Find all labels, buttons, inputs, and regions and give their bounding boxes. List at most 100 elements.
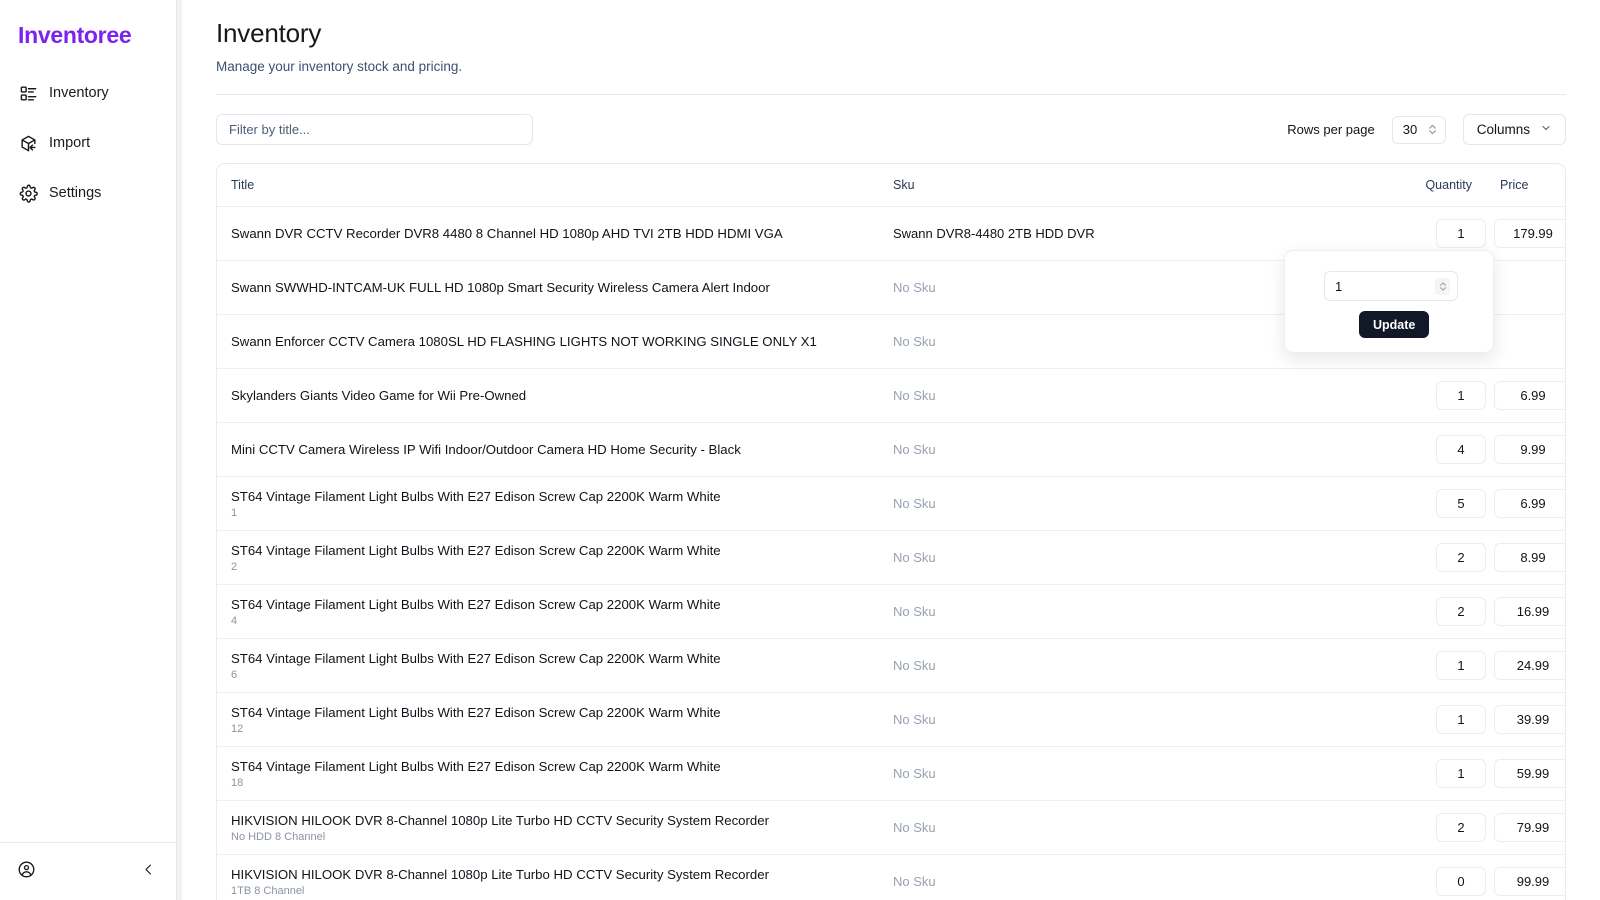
chevron-down-icon bbox=[1540, 122, 1552, 137]
table-row[interactable]: Skylanders Giants Video Game for Wii Pre… bbox=[217, 369, 1565, 423]
quantity-value-box[interactable]: 1 bbox=[1436, 759, 1486, 788]
cell-price: 24.99 bbox=[1494, 639, 1565, 693]
table-row[interactable]: ST64 Vintage Filament Light Bulbs With E… bbox=[217, 639, 1565, 693]
table-row[interactable]: ST64 Vintage Filament Light Bulbs With E… bbox=[217, 531, 1565, 585]
popover-quantity-value: 1 bbox=[1335, 278, 1343, 294]
price-value-box[interactable]: 9.99 bbox=[1494, 435, 1565, 464]
price-wrap: 79.99 bbox=[1494, 813, 1565, 842]
price-value-box[interactable]: 99.99 bbox=[1494, 867, 1565, 896]
quantity-value-box[interactable]: 1 bbox=[1436, 219, 1486, 248]
quantity-wrap: 1 bbox=[1388, 759, 1494, 788]
cell-title: ST64 Vintage Filament Light Bulbs With E… bbox=[217, 531, 893, 585]
quantity-value-box[interactable]: 2 bbox=[1436, 543, 1486, 572]
table-row[interactable]: Mini CCTV Camera Wireless IP Wifi Indoor… bbox=[217, 423, 1565, 477]
row-title: Swann SWWHD-INTCAM-UK FULL HD 1080p Smar… bbox=[231, 279, 770, 295]
table-row[interactable]: ST64 Vintage Filament Light Bulbs With E… bbox=[217, 477, 1565, 531]
quantity-value-box[interactable]: 5 bbox=[1436, 489, 1486, 518]
sidebar-footer bbox=[0, 842, 176, 900]
update-button[interactable]: Update bbox=[1359, 311, 1430, 338]
filter-title-input[interactable] bbox=[216, 114, 533, 145]
popover-quantity-input[interactable]: 1 bbox=[1324, 271, 1458, 301]
cell-price: 8.99 bbox=[1494, 531, 1565, 585]
cell-price: 6.99 bbox=[1494, 369, 1565, 423]
quantity-value-box[interactable]: 4 bbox=[1436, 435, 1486, 464]
price-value-box[interactable]: 179.99 bbox=[1494, 219, 1565, 248]
price-value-box[interactable]: 59.99 bbox=[1494, 759, 1565, 788]
cell-price: 6.99 bbox=[1494, 477, 1565, 531]
column-header-quantity[interactable]: Quantity bbox=[1388, 164, 1494, 207]
sidebar-item-import[interactable]: Import bbox=[0, 127, 176, 159]
sidebar-item-settings[interactable]: Settings bbox=[0, 177, 176, 209]
quantity-wrap: 1 bbox=[1388, 651, 1494, 680]
cell-quantity: 4 bbox=[1388, 423, 1494, 477]
app-logo[interactable]: Inventoree bbox=[0, 0, 176, 49]
quantity-value-box[interactable]: 2 bbox=[1436, 597, 1486, 626]
rows-per-page-select[interactable]: 30 bbox=[1391, 115, 1446, 144]
cell-sku: No Sku bbox=[893, 874, 936, 889]
cell-quantity: 2 bbox=[1388, 531, 1494, 585]
price-wrap: 6.99 bbox=[1494, 489, 1565, 518]
row-title: ST64 Vintage Filament Light Bulbs With E… bbox=[231, 758, 721, 774]
table-row[interactable]: ST64 Vintage Filament Light Bulbs With E… bbox=[217, 693, 1565, 747]
cell-price: 79.99 bbox=[1494, 801, 1565, 855]
cell-quantity: 1 bbox=[1388, 747, 1494, 801]
column-header-price[interactable]: Price bbox=[1494, 164, 1565, 207]
price-value-box[interactable]: 24.99 bbox=[1494, 651, 1565, 680]
main-content: Inventory Manage your inventory stock an… bbox=[182, 0, 1600, 900]
row-variant: No HDD 8 Channel bbox=[231, 831, 326, 844]
cell-quantity: 5 bbox=[1388, 477, 1494, 531]
price-value-box[interactable]: 6.99 bbox=[1494, 489, 1565, 518]
table-row[interactable]: ST64 Vintage Filament Light Bulbs With E… bbox=[217, 585, 1565, 639]
cell-title: Swann SWWHD-INTCAM-UK FULL HD 1080p Smar… bbox=[217, 261, 893, 315]
stepper-updown-icon bbox=[1427, 122, 1438, 137]
row-variant: 6 bbox=[231, 669, 238, 682]
cell-quantity: 1 bbox=[1388, 693, 1494, 747]
row-variant: 1 bbox=[231, 507, 238, 520]
row-title: ST64 Vintage Filament Light Bulbs With E… bbox=[231, 596, 721, 612]
quantity-value-box[interactable]: 1 bbox=[1436, 705, 1486, 734]
quantity-value-box[interactable]: 2 bbox=[1436, 813, 1486, 842]
cell-price bbox=[1494, 315, 1565, 369]
cell-price: 9.99 bbox=[1494, 423, 1565, 477]
cell-price: 39.99 bbox=[1494, 693, 1565, 747]
row-title: Swann Enforcer CCTV Camera 1080SL HD FLA… bbox=[231, 333, 817, 349]
quantity-value-box[interactable]: 1 bbox=[1436, 381, 1486, 410]
chevron-left-icon[interactable] bbox=[141, 862, 156, 882]
price-value-box[interactable]: 8.99 bbox=[1494, 543, 1565, 572]
row-variant: 1TB 8 Channel bbox=[231, 885, 305, 898]
quantity-wrap: 1 bbox=[1388, 705, 1494, 734]
price-value-box[interactable]: 16.99 bbox=[1494, 597, 1565, 626]
row-title: HIKVISION HILOOK DVR 8-Channel 1080p Lit… bbox=[231, 866, 769, 882]
row-variant: 2 bbox=[231, 561, 238, 574]
cell-sku: No Sku bbox=[893, 658, 936, 673]
page-title: Inventory bbox=[216, 18, 322, 48]
row-title: Skylanders Giants Video Game for Wii Pre… bbox=[231, 387, 527, 403]
column-header-title[interactable]: Title bbox=[217, 164, 893, 207]
quantity-value-box[interactable]: 0 bbox=[1436, 867, 1486, 896]
quantity-wrap: 1 bbox=[1388, 381, 1494, 410]
cell-title: ST64 Vintage Filament Light Bulbs With E… bbox=[217, 639, 893, 693]
cell-sku: No Sku bbox=[893, 604, 936, 619]
table-row[interactable]: HIKVISION HILOOK DVR 8-Channel 1080p Lit… bbox=[217, 855, 1565, 900]
price-wrap: 39.99 bbox=[1494, 705, 1565, 734]
user-circle-icon[interactable] bbox=[17, 860, 36, 884]
stepper-updown-icon[interactable] bbox=[1435, 277, 1450, 295]
price-wrap: 9.99 bbox=[1494, 435, 1565, 464]
price-wrap: 24.99 bbox=[1494, 651, 1565, 680]
column-header-sku[interactable]: Sku bbox=[893, 164, 1388, 207]
price-wrap: 16.99 bbox=[1494, 597, 1565, 626]
price-value-box[interactable]: 6.99 bbox=[1494, 381, 1565, 410]
quantity-value-box[interactable]: 1 bbox=[1436, 651, 1486, 680]
sidebar-item-inventory[interactable]: Inventory bbox=[0, 77, 176, 109]
cell-sku: No Sku bbox=[893, 766, 936, 781]
price-wrap: 59.99 bbox=[1494, 759, 1565, 788]
price-wrap: 6.99 bbox=[1494, 381, 1565, 410]
columns-button[interactable]: Columns bbox=[1462, 114, 1566, 145]
cell-quantity: 1 bbox=[1388, 369, 1494, 423]
table-row[interactable]: ST64 Vintage Filament Light Bulbs With E… bbox=[217, 747, 1565, 801]
row-variant: 12 bbox=[231, 723, 244, 736]
price-value-box[interactable]: 79.99 bbox=[1494, 813, 1565, 842]
table-row[interactable]: HIKVISION HILOOK DVR 8-Channel 1080p Lit… bbox=[217, 801, 1565, 855]
box-import-icon bbox=[19, 134, 38, 153]
price-value-box[interactable]: 39.99 bbox=[1494, 705, 1565, 734]
